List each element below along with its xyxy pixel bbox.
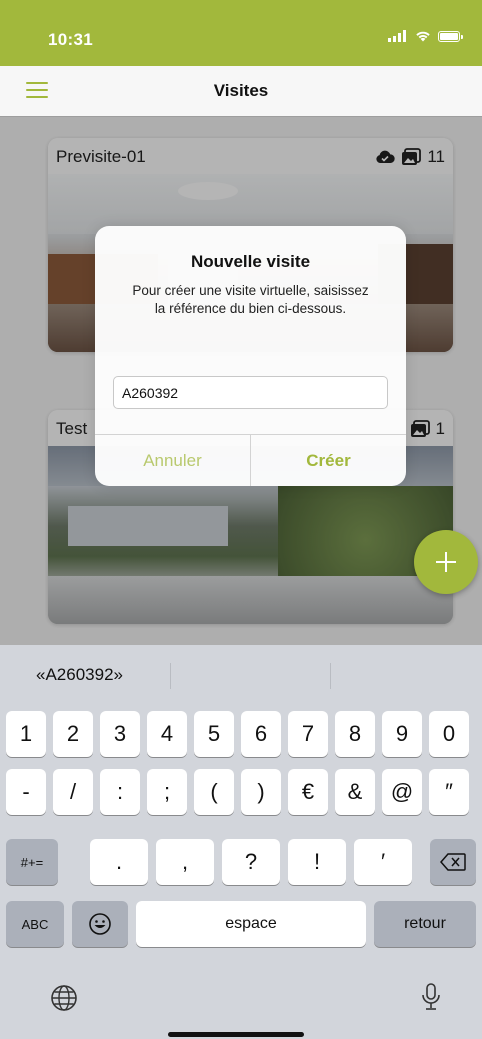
key[interactable]: € xyxy=(288,769,328,815)
key[interactable]: ″ xyxy=(429,769,469,815)
dialog-title: Nouvelle visite xyxy=(190,252,311,271)
keyboard: «A260392» 1 2 3 4 5 6 7 8 9 0 - / : ; ( … xyxy=(0,645,482,1039)
key[interactable]: 9 xyxy=(382,711,422,757)
emoji-icon xyxy=(89,913,111,935)
reference-input[interactable] xyxy=(113,376,388,409)
status-icons xyxy=(388,30,463,42)
dialog-message: Pour créer une visite virtuelle, saisiss… xyxy=(132,283,369,316)
key[interactable]: ! xyxy=(288,839,346,885)
symbols-key[interactable]: #+= xyxy=(6,839,58,885)
key[interactable]: 1 xyxy=(6,711,46,757)
key[interactable]: 7 xyxy=(288,711,328,757)
key[interactable]: 4 xyxy=(147,711,187,757)
key[interactable]: 8 xyxy=(335,711,375,757)
key[interactable]: 3 xyxy=(100,711,140,757)
key[interactable]: 6 xyxy=(241,711,281,757)
screen: 10:31 Visites Previsite-01 11 Test 1 Nou… xyxy=(0,0,482,1039)
key[interactable]: , xyxy=(156,839,214,885)
suggestion-item[interactable]: «A260392» xyxy=(36,665,123,685)
wifi-icon xyxy=(416,31,430,42)
battery-icon xyxy=(438,30,463,42)
status-time: 10:31 xyxy=(48,30,93,49)
dialog-buttons: Annuler Créer xyxy=(95,434,406,486)
key[interactable]: @ xyxy=(382,769,422,815)
key[interactable]: . xyxy=(90,839,148,885)
key[interactable]: 0 xyxy=(429,711,469,757)
create-button[interactable]: Créer xyxy=(251,435,406,486)
key[interactable]: 2 xyxy=(53,711,93,757)
cancel-button[interactable]: Annuler xyxy=(95,435,251,486)
space-key[interactable]: espace xyxy=(136,901,366,947)
globe-icon[interactable] xyxy=(50,984,78,1012)
key[interactable]: & xyxy=(335,769,375,815)
home-indicator xyxy=(168,1032,304,1037)
key[interactable]: ; xyxy=(147,769,187,815)
delete-icon xyxy=(440,853,466,871)
key[interactable]: ( xyxy=(194,769,234,815)
add-visit-button[interactable] xyxy=(414,530,478,594)
emoji-key[interactable] xyxy=(72,901,128,947)
suggestion-bar: «A260392» xyxy=(0,645,482,703)
key[interactable]: ? xyxy=(222,839,280,885)
key[interactable]: ) xyxy=(241,769,281,815)
page-title: Visites xyxy=(213,81,269,100)
key[interactable]: : xyxy=(100,769,140,815)
microphone-icon[interactable] xyxy=(420,982,442,1012)
status-bar: 10:31 xyxy=(0,0,482,66)
nav-bar: Visites xyxy=(0,66,482,117)
key[interactable]: - xyxy=(6,769,46,815)
signal-icon xyxy=(388,30,408,42)
key[interactable]: 5 xyxy=(194,711,234,757)
key[interactable]: ′ xyxy=(354,839,412,885)
abc-key[interactable]: ABC xyxy=(6,901,64,947)
delete-key[interactable] xyxy=(430,839,476,885)
key[interactable]: / xyxy=(53,769,93,815)
return-key[interactable]: retour xyxy=(374,901,476,947)
new-visit-dialog: Nouvelle visite Pour créer une visite vi… xyxy=(95,226,406,486)
